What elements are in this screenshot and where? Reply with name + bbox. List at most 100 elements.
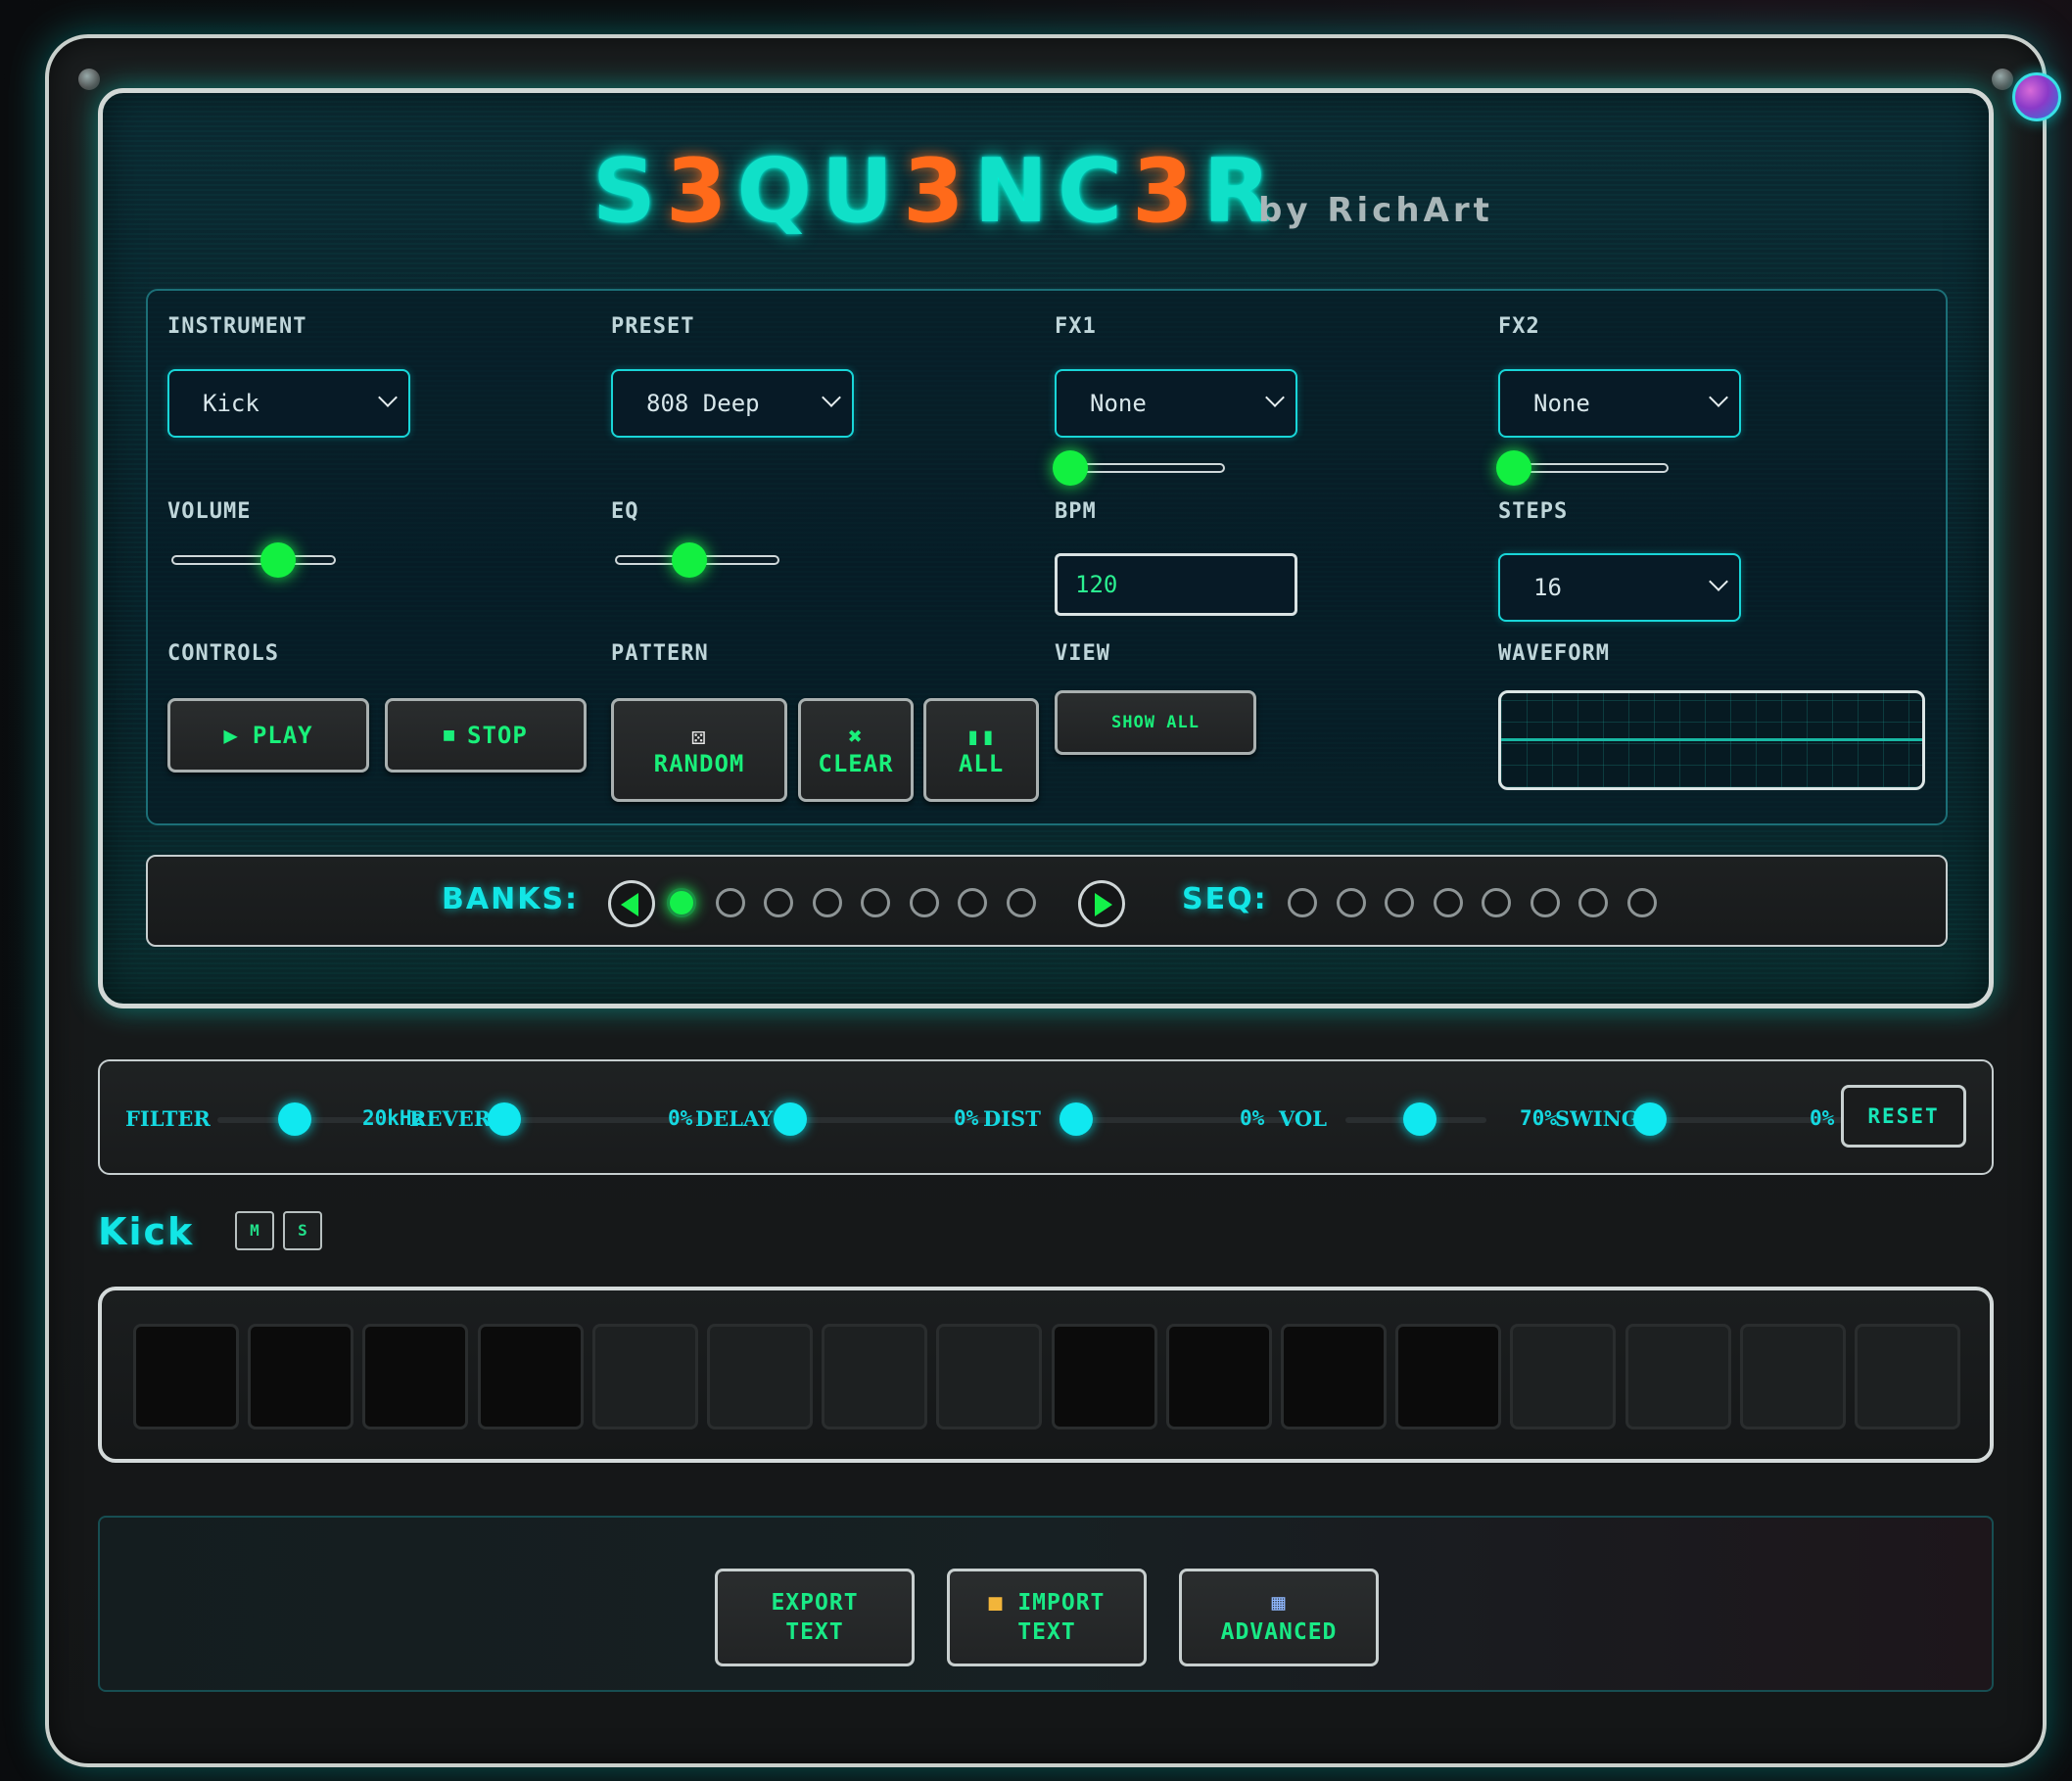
swing-label: SWING (1555, 1106, 1639, 1131)
step-cell[interactable] (362, 1324, 469, 1429)
seq-dot[interactable] (1433, 888, 1463, 917)
fx1-value: None (1090, 390, 1147, 417)
seq-dot[interactable] (1336, 888, 1366, 917)
drums-icon: ▮▮ (965, 723, 997, 750)
stop-button[interactable]: ■ STOP (385, 698, 587, 773)
banks-label: BANKS: (442, 882, 580, 916)
eq-label: EQ (611, 499, 639, 524)
slider-knob[interactable] (260, 542, 296, 578)
fx2-amount-slider[interactable] (1496, 450, 1669, 486)
show-all-button[interactable]: SHOW ALL (1055, 690, 1256, 755)
instrument-value: Kick (203, 390, 259, 417)
seq-dot[interactable] (1530, 888, 1560, 917)
preset-value: 808 Deep (646, 390, 760, 417)
bank-dot[interactable] (861, 888, 890, 917)
step-cell[interactable] (707, 1324, 813, 1429)
slider-knob[interactable] (1402, 1102, 1436, 1136)
export-text-button[interactable]: EXPORT TEXT (715, 1569, 915, 1666)
seq-dot[interactable] (1578, 888, 1608, 917)
chevron-down-icon (378, 388, 398, 407)
bank-dot[interactable] (1006, 888, 1036, 917)
seq-dot[interactable] (1626, 888, 1657, 917)
steps-select[interactable]: 16 (1498, 553, 1741, 622)
bank-dot[interactable] (812, 888, 842, 917)
step-cell[interactable] (591, 1324, 698, 1429)
play-icon: ▶ (223, 722, 239, 749)
slider-knob[interactable] (774, 1102, 807, 1136)
bank-dot[interactable] (715, 888, 745, 917)
solo-button[interactable]: S (283, 1211, 322, 1250)
step-sequencer (98, 1287, 1994, 1463)
mute-button[interactable]: M (235, 1211, 274, 1250)
bank-prev-button[interactable] (608, 880, 655, 927)
vol-label: VOL (1279, 1106, 1327, 1131)
volume-slider[interactable] (171, 542, 336, 578)
import-text-button[interactable]: ■ IMPORT TEXT (947, 1569, 1147, 1666)
reset-button[interactable]: RESET (1841, 1085, 1966, 1148)
control-panel: INSTRUMENT PRESET FX1 FX2 Kick 808 Deep … (146, 289, 1948, 825)
title-part: 3 (903, 140, 974, 243)
slider-knob[interactable] (488, 1102, 521, 1136)
step-cell[interactable] (1395, 1324, 1502, 1429)
seq-dot[interactable] (1288, 888, 1317, 917)
dice-icon: ⚄ (691, 723, 707, 750)
eq-slider[interactable] (615, 542, 779, 578)
step-cell[interactable] (477, 1324, 584, 1429)
step-cell[interactable] (1281, 1324, 1387, 1429)
advanced-label: ADVANCED (1220, 1619, 1338, 1645)
arrow-right-icon (1095, 893, 1112, 916)
fx1-select[interactable]: None (1055, 369, 1297, 438)
preset-select[interactable]: 808 Deep (611, 369, 854, 438)
bank-dot[interactable] (909, 888, 939, 917)
slider-knob[interactable] (1053, 450, 1088, 486)
slider-knob[interactable] (1060, 1102, 1093, 1136)
import-label-2: TEXT (1017, 1619, 1076, 1645)
random-button[interactable]: ⚄ RANDOM (611, 698, 787, 802)
slider-knob[interactable] (672, 542, 707, 578)
step-cell[interactable] (1625, 1324, 1731, 1429)
app-byline: by RichArt (1258, 191, 1493, 230)
step-cell[interactable] (1510, 1324, 1617, 1429)
step-cell[interactable] (1051, 1324, 1157, 1429)
steps-label: STEPS (1498, 499, 1569, 524)
step-cell[interactable] (1855, 1324, 1960, 1429)
step-cell[interactable] (1165, 1324, 1272, 1429)
bpm-input[interactable]: 120 (1055, 553, 1297, 616)
step-cell[interactable] (1739, 1324, 1846, 1429)
instrument-select[interactable]: Kick (167, 369, 410, 438)
slider-knob[interactable] (278, 1102, 311, 1136)
title-part: 3 (1132, 140, 1203, 243)
chevron-down-icon (1709, 388, 1728, 407)
play-label: PLAY (252, 722, 313, 749)
step-cell[interactable] (133, 1324, 239, 1429)
vol-slider[interactable] (1345, 1102, 1486, 1136)
bank-next-button[interactable] (1078, 880, 1125, 927)
preset-label: PRESET (611, 314, 695, 339)
all-button[interactable]: ▮▮ ALL (923, 698, 1039, 802)
bank-dot[interactable] (958, 888, 987, 917)
fx2-value: None (1533, 390, 1590, 417)
dist-value: 0% (1240, 1106, 1265, 1130)
slider-knob[interactable] (1633, 1102, 1667, 1136)
step-cell[interactable] (248, 1324, 354, 1429)
advanced-button[interactable]: ▦ ADVANCED (1179, 1569, 1379, 1666)
slider-knob[interactable] (1496, 450, 1531, 486)
play-button[interactable]: ▶ PLAY (167, 698, 369, 773)
fx1-amount-slider[interactable] (1053, 450, 1225, 486)
bpm-label: BPM (1055, 499, 1097, 524)
bank-dot[interactable] (764, 888, 793, 917)
clear-button[interactable]: ✖ CLEAR (798, 698, 914, 802)
step-cell[interactable] (822, 1324, 928, 1429)
step-cell[interactable] (936, 1324, 1043, 1429)
seq-dot[interactable] (1482, 888, 1511, 917)
seq-dot[interactable] (1385, 888, 1414, 917)
grid-icon: ▦ (1271, 1590, 1287, 1616)
screw-icon (78, 69, 100, 90)
controls-label: CONTROLS (167, 641, 279, 666)
export-label-1: EXPORT (771, 1590, 859, 1616)
bank-dot[interactable] (667, 888, 696, 917)
waveform-display (1498, 690, 1925, 790)
chevron-down-icon (1265, 388, 1285, 407)
power-orb-button[interactable] (2012, 72, 2061, 121)
fx2-select[interactable]: None (1498, 369, 1741, 438)
